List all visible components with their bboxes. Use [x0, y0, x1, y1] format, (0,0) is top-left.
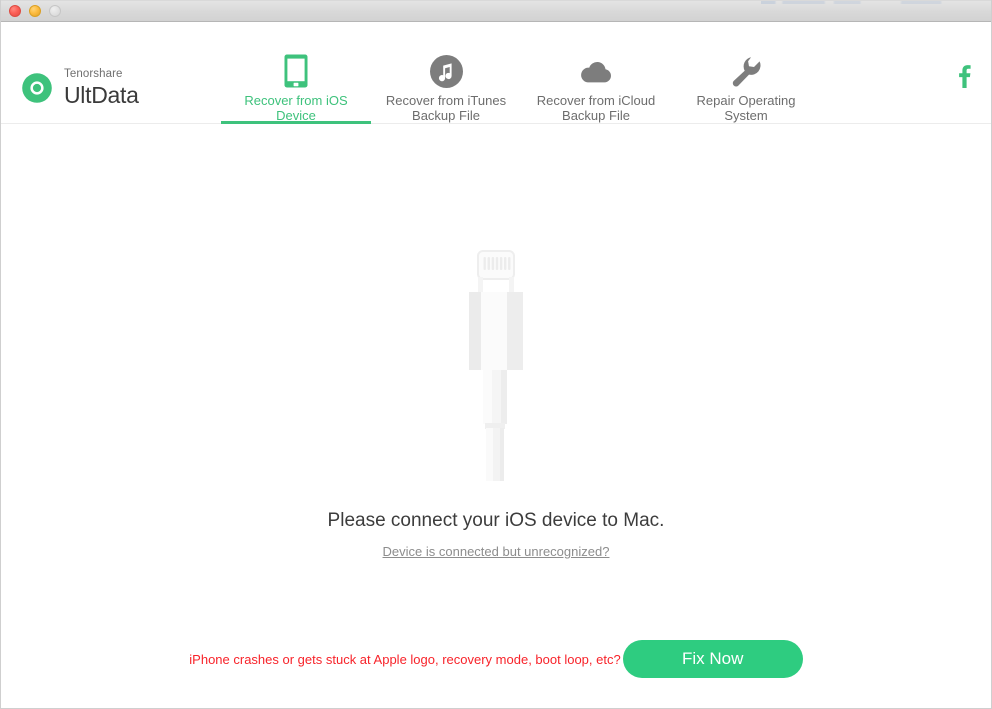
tab-repair-operating-system[interactable]: Repair Operating System: [671, 22, 821, 123]
connect-headline: Please connect your iOS device to Mac.: [327, 510, 665, 531]
tab-recover-from-icloud-backup[interactable]: Recover from iCloud Backup File: [521, 22, 671, 123]
tab-recover-from-itunes-backup[interactable]: Recover from iTunes Backup File: [371, 22, 521, 123]
illustration-wrap: [1, 244, 991, 484]
tab-label-line1: Recover from iCloud: [536, 93, 656, 108]
brand-company: Tenorshare: [64, 68, 123, 80]
device-unrecognized-link[interactable]: Device is connected but unrecognized?: [383, 544, 610, 559]
tab-label-line1: Recover from iOS: [244, 93, 348, 108]
itunes-music-note-icon: [429, 54, 463, 88]
lightning-cable-connector-illustration: [469, 250, 523, 481]
unrecognized-help: Device is connected but unrecognized?: [1, 543, 991, 561]
tab-label: Recover from iTunes Backup File: [380, 93, 512, 123]
window-titlebar: [1, 0, 991, 22]
main-nav: Recover from iOS Device Recover from iTu…: [221, 22, 821, 124]
app-window: Tenorshare UltData Recover from iOS Devi…: [0, 0, 992, 709]
minimize-button[interactable]: [29, 5, 41, 17]
crash-note-text: iPhone crashes or gets stuck at Apple lo…: [189, 651, 621, 667]
tab-label-line1: Recover from iTunes: [385, 93, 507, 108]
footer-bar: iPhone crashes or gets stuck at Apple lo…: [1, 640, 991, 678]
tab-label: Recover from iCloud Backup File: [530, 93, 662, 123]
traffic-light-group: [9, 5, 61, 17]
wrench-icon: [732, 56, 761, 86]
zoom-button: [49, 5, 61, 17]
main-stage: Please connect your iOS device to Mac. D…: [1, 124, 991, 708]
tab-icon-wrap: [284, 54, 308, 88]
fix-now-button[interactable]: Fix Now: [622, 640, 803, 678]
brand-logo: Tenorshare UltData: [19, 68, 139, 108]
brand-text: Tenorshare UltData: [64, 68, 139, 108]
facebook-icon: [959, 65, 971, 88]
close-button[interactable]: [9, 5, 21, 17]
facebook-link[interactable]: [951, 62, 977, 90]
app-header: Tenorshare UltData Recover from iOS Devi…: [1, 22, 991, 124]
titlebar-artifact: [761, 1, 985, 4]
tab-label: Recover from iOS Device: [230, 93, 362, 123]
tab-icon-wrap: [578, 54, 614, 88]
tab-label-line1: Repair Operating: [696, 93, 796, 108]
cloud-icon: [581, 61, 611, 83]
tab-label: Repair Operating System: [680, 93, 812, 123]
tab-icon-wrap: [429, 54, 463, 88]
tab-recover-from-ios-device[interactable]: Recover from iOS Device: [221, 22, 371, 124]
tab-icon-wrap: [731, 54, 761, 88]
brand-product: UltData: [64, 81, 139, 108]
circular-arrow-logo-icon: [22, 72, 52, 103]
iphone-icon: [284, 54, 308, 88]
